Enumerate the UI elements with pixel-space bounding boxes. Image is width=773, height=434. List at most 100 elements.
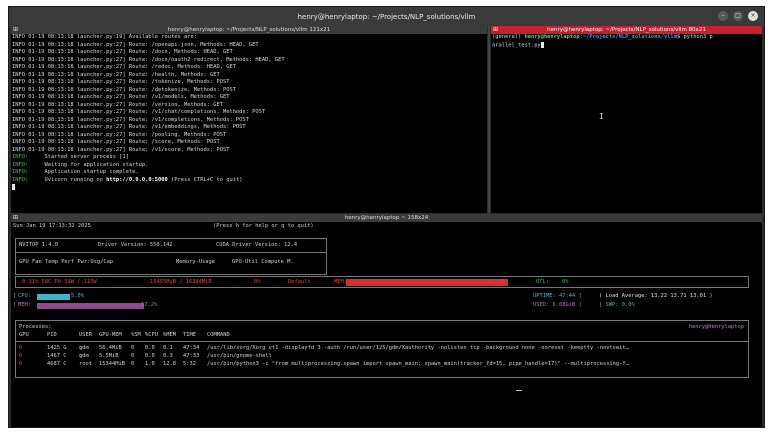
pane-menu-icon[interactable]: ⊞ [493, 26, 498, 34]
text-cursor-bottom [516, 390, 522, 391]
process-cell: 0.1 [163, 345, 173, 351]
log-line: INFO 01-19 08:13:18 launcher.py:27] Rout… [12, 124, 246, 130]
info-text: Waiting for application startup. [28, 161, 149, 168]
uvicorn-line: INFO: Uvicorn running on http://0.0.0.0:… [12, 177, 487, 185]
gpu-row: 0 11% 58C P0 59W / 115W 15455MiB / 16384… [15, 276, 749, 288]
server-log: INFO 01-19 08:13:18 launcher.py:19] Avai… [11, 34, 487, 192]
compute-mode: Default [288, 279, 311, 285]
process-column-header[interactable]: %MEM [163, 332, 176, 339]
process-cell: 0.0 [145, 345, 155, 351]
log-line: INFO 01-19 08:13:18 launcher.py:27] Rout… [12, 41, 259, 48]
prompt-path: :~/Projects/NLP_solutions/vllm [579, 34, 678, 40]
nvitop-version: NVITOP 1.4.0 [19, 242, 58, 248]
cpu-bar [37, 294, 157, 300]
pane-title-bar: ⊞ henry@henrylaptop: ~/Projects/NLP_solu… [11, 26, 487, 34]
gpu-memory: 15455MiB / 16384MiB [150, 279, 212, 285]
processes-title: Processes: [19, 324, 52, 330]
process-column-header[interactable]: USER [79, 332, 92, 339]
process-cell: 0 [131, 345, 135, 351]
text-cursor [540, 41, 544, 48]
info-line: INFO: Application startup complete. [12, 169, 487, 177]
process-table: 0 1425 G gdm 56.4MiB 0 0.0 0.1 47:34/usr/lib/xo… [19, 345, 747, 369]
log-line: INFO 01-19 08:13:18 launcher.py:27] Rout… [12, 131, 227, 138]
process-cell: /usr/lib/xorg/Xorg vt1 -displayfd 3 -aut… [207, 345, 629, 351]
pane-title-bar: ⊞ henry@henrylaptop ~ 158x24 [11, 214, 762, 222]
close-button[interactable]: × [748, 11, 758, 21]
uptime: UPTIME: 47:44 ] [533, 293, 582, 299]
process-cell: 5:32 [183, 361, 196, 367]
gpu-header-1: GPU Fan Temp Perf Pwr:Usg/Cap [19, 259, 114, 265]
process-column-header[interactable]: GPU [19, 332, 29, 339]
log-line: INFO 01-19 08:13:18 launcher.py:19] Avai… [12, 34, 197, 40]
process-column-header[interactable]: %SM [131, 332, 141, 339]
info-line: INFO: Started server process [1] [12, 154, 487, 162]
maximize-button[interactable]: □ [733, 11, 743, 21]
process-column-header[interactable]: GPU-MEM [99, 332, 122, 339]
log-line: INFO 01-19 08:13:18 launcher.py:27] Rout… [12, 139, 220, 145]
log-line: INFO 01-19 08:13:18 launcher.py:27] Rout… [12, 101, 223, 108]
process-cell: /usr/bin/gnome-shell [207, 353, 272, 359]
info-tag: INFO: [12, 161, 29, 168]
process-column-header[interactable]: COMMAND [207, 332, 230, 339]
process-cell: 0 [131, 353, 135, 359]
process-cell: gdm [79, 353, 89, 359]
shell-prompt: (general) henry@henrylaptop:~/Projects/N… [491, 34, 762, 50]
process-cell: 47:34 [183, 345, 200, 351]
gpu-info-box: NVITOP 1.4.0 Driver Version: 550.142 CUD… [15, 238, 327, 275]
info-tag: INFO: [12, 154, 29, 160]
log-line: INFO 01-19 08:13:18 launcher.py:27] Rout… [12, 116, 249, 123]
gpu-stats: 0 11% 58C P0 59W / 115W [22, 279, 97, 285]
process-cell: 4687 C [47, 361, 67, 367]
process-cell: 1.0 [145, 361, 155, 367]
info-tag: INFO: [12, 176, 29, 183]
process-cell: gdm [79, 345, 89, 351]
pane-divider-vertical[interactable] [488, 26, 490, 213]
pane-title: henry@henrylaptop: ~/Projects/NLP_soluti… [547, 27, 706, 33]
cpu-bar-fill [37, 294, 70, 300]
log-line: INFO 01-19 08:13:18 launcher.py:27] Rout… [12, 146, 230, 153]
process-cell: 0 [131, 361, 135, 367]
log-line: INFO 01-19 08:13:18 launcher.py:27] Rout… [12, 49, 233, 55]
pane-menu-icon[interactable]: ⊞ [13, 214, 18, 222]
process-cell: 0.0 [145, 353, 155, 359]
info-text: (Press CTRL+C to quit) [167, 176, 243, 183]
info-text: Started server process [1] [28, 154, 129, 160]
process-cell: 56.4MiB [99, 345, 122, 351]
info-line: INFO: Waiting for application startup. [12, 162, 487, 170]
process-row[interactable]: 0 4687 C root 15344MiB 0 1.0 12.8 5:32/usr/bin/… [19, 361, 747, 369]
gpu-util: 0% [254, 279, 261, 285]
server-url[interactable]: http://0.0.0.0:5000 [106, 177, 168, 183]
help-hint: (Press h for help or q to quit) [213, 223, 314, 229]
info-text: Application startup complete. [28, 169, 139, 175]
terminal-pane-bottom[interactable]: ⊞ henry@henrylaptop ~ 158x24 Sun Jan 19 … [11, 214, 762, 427]
window-controls: – □ × [718, 11, 758, 21]
ram-label: MEM: [18, 302, 31, 308]
ram-percent: 17.2% [141, 302, 158, 308]
process-row[interactable]: 0 1425 G gdm 56.4MiB 0 0.0 0.1 47:34/usr/lib/xo… [19, 345, 747, 353]
process-column-header[interactable]: %CPU [145, 332, 158, 339]
gpu-util-label: UTL: [536, 279, 549, 285]
process-cell: 47:33 [183, 353, 200, 359]
terminal-window: henry@henrylaptop: ~/Projects/NLP_soluti… [8, 6, 765, 428]
process-cell: /usr/bin/python3 -c "from multiprocessin… [207, 361, 629, 367]
process-column-header[interactable]: PID [47, 332, 57, 339]
process-column-header[interactable]: TIME [183, 332, 196, 339]
pane-menu-icon[interactable]: ⊞ [13, 26, 18, 34]
process-cell: 0 [19, 361, 23, 367]
log-line: INFO 01-19 08:13:18 launcher.py:27] Rout… [12, 56, 285, 63]
gpu-mem-percent: 95.0% [488, 279, 505, 285]
log-line: INFO 01-19 08:13:18 launcher.py:27] Rout… [12, 86, 236, 93]
log-line: INFO 01-19 08:13:18 launcher.py:27] Rout… [12, 109, 266, 115]
process-cell: 1425 G [47, 345, 67, 351]
process-cell: 5.5MiB [99, 353, 119, 359]
host-stats: [ CPU: 5.0% [ MEM: 17.2% UPTIME: 47:44 ]… [13, 293, 713, 309]
command-text: $ python3 p [677, 34, 713, 40]
window-titlebar: henry@henrylaptop: ~/Projects/NLP_soluti… [9, 7, 764, 26]
command-text-wrap: arallel_test.py [492, 42, 541, 48]
minimize-button[interactable]: – [718, 11, 728, 21]
terminal-pane-top-right[interactable]: ⊞ henry@henrylaptop: ~/Projects/NLP_solu… [491, 26, 762, 213]
terminal-pane-top-left[interactable]: ⊞ henry@henrylaptop: ~/Projects/NLP_solu… [11, 26, 487, 213]
log-line: INFO 01-19 08:13:18 launcher.py:27] Rout… [12, 64, 236, 70]
process-row[interactable]: 0 1467 C gdm 5.5MiB 0 0.0 0.3 47:33/usr/bin/gno… [19, 353, 747, 361]
driver-version: Driver Version: 550.142 [98, 242, 173, 248]
